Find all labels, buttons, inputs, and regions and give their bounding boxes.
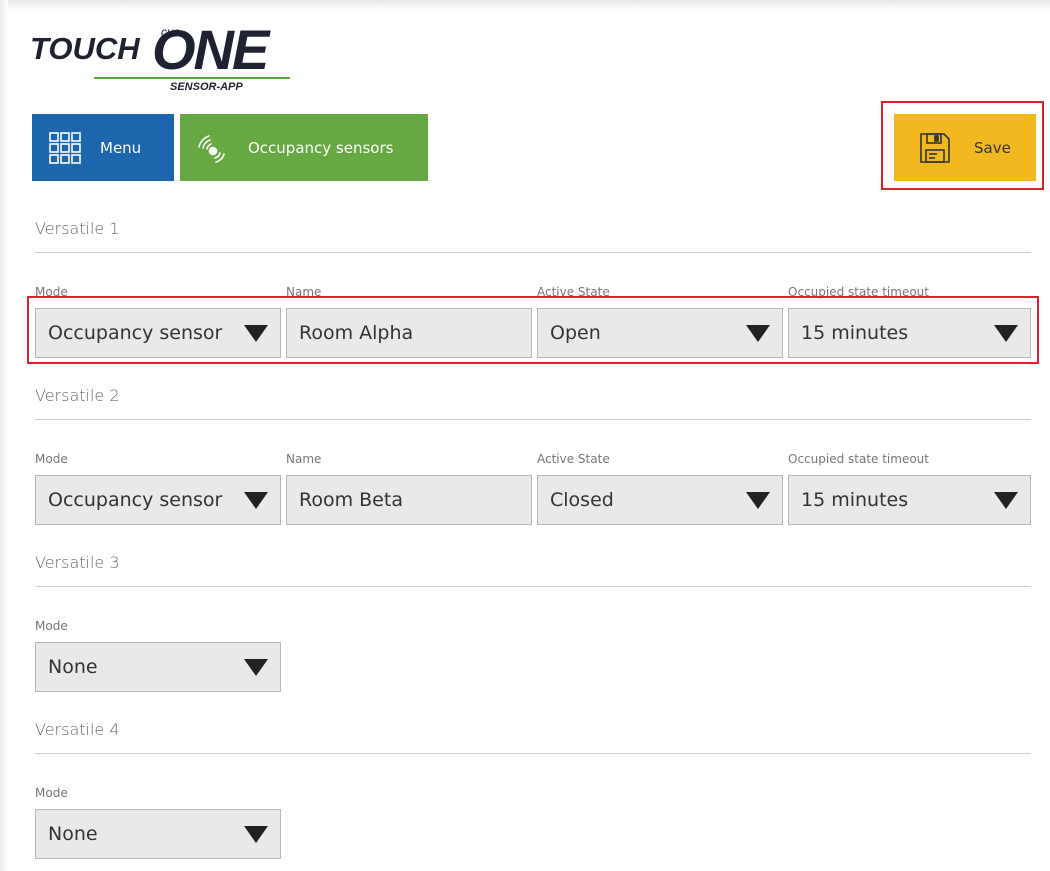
mode-value: Occupancy sensor — [48, 322, 223, 344]
active-state-select[interactable]: Open — [537, 308, 783, 358]
mode-label: Mode — [35, 786, 68, 800]
mode-select[interactable]: None — [35, 642, 281, 692]
menu-button-label: Menu — [100, 138, 142, 157]
mode-value: Occupancy sensor — [48, 489, 223, 511]
name-value: Room Alpha — [299, 322, 414, 344]
timeout-value: 15 minutes — [801, 322, 909, 344]
mode-select[interactable]: Occupancy sensor — [35, 475, 281, 525]
window-top-edge — [8, 0, 1050, 10]
save-button-label: Save — [974, 138, 1011, 157]
logo-underline — [94, 77, 290, 79]
versatile-1-title: Versatile 1 — [35, 219, 120, 238]
logo-cue-text: cue — [161, 25, 181, 39]
name-input[interactable]: Room Alpha — [286, 308, 532, 358]
logo-touch-text: TOUCH — [30, 31, 140, 66]
chevron-down-icon — [994, 491, 1018, 509]
floppy-disk-icon — [920, 132, 950, 163]
mode-select[interactable]: Occupancy sensor — [35, 308, 281, 358]
name-value: Room Beta — [299, 489, 403, 511]
name-input[interactable]: Room Beta — [286, 475, 532, 525]
versatile-3-title: Versatile 3 — [35, 553, 120, 572]
divider — [35, 586, 1031, 587]
occupancy-sensors-button[interactable]: Occupancy sensors — [180, 114, 428, 181]
menu-button[interactable]: Menu — [32, 114, 174, 181]
window-left-edge — [0, 0, 8, 871]
versatile-2-title: Versatile 2 — [35, 386, 120, 405]
mode-value: None — [48, 823, 98, 845]
divider — [35, 419, 1031, 420]
timeout-value: 15 minutes — [801, 489, 909, 511]
chevron-down-icon — [244, 491, 268, 509]
active-state-value: Closed — [550, 489, 614, 511]
versatile-4-title: Versatile 4 — [35, 720, 120, 739]
logo-subtitle: SENSOR-APP — [170, 81, 243, 93]
timeout-select[interactable]: 15 minutes — [788, 308, 1031, 358]
mode-select[interactable]: None — [35, 809, 281, 859]
divider — [35, 753, 1031, 754]
mode-label: Mode — [35, 452, 68, 466]
mode-label: Mode — [35, 619, 68, 633]
chevron-down-icon — [746, 491, 770, 509]
name-label: Name — [286, 452, 322, 466]
occupancy-sensors-label: Occupancy sensors — [248, 138, 394, 157]
active-state-label: Active State — [537, 452, 610, 466]
timeout-select[interactable]: 15 minutes — [788, 475, 1031, 525]
chevron-down-icon — [994, 324, 1018, 342]
active-state-value: Open — [550, 322, 601, 344]
chevron-down-icon — [244, 324, 268, 342]
save-button[interactable]: Save — [894, 114, 1036, 181]
chevron-down-icon — [244, 825, 268, 843]
active-state-select[interactable]: Closed — [537, 475, 783, 525]
touchone-logo: TOUCH ONE cue SENSOR-APP — [30, 18, 300, 105]
chevron-down-icon — [746, 324, 770, 342]
mode-value: None — [48, 656, 98, 678]
sensor-waves-icon — [198, 134, 225, 163]
chevron-down-icon — [244, 658, 268, 676]
grid-icon — [49, 131, 81, 164]
timeout-label: Occupied state timeout — [788, 452, 929, 466]
divider — [35, 252, 1031, 253]
